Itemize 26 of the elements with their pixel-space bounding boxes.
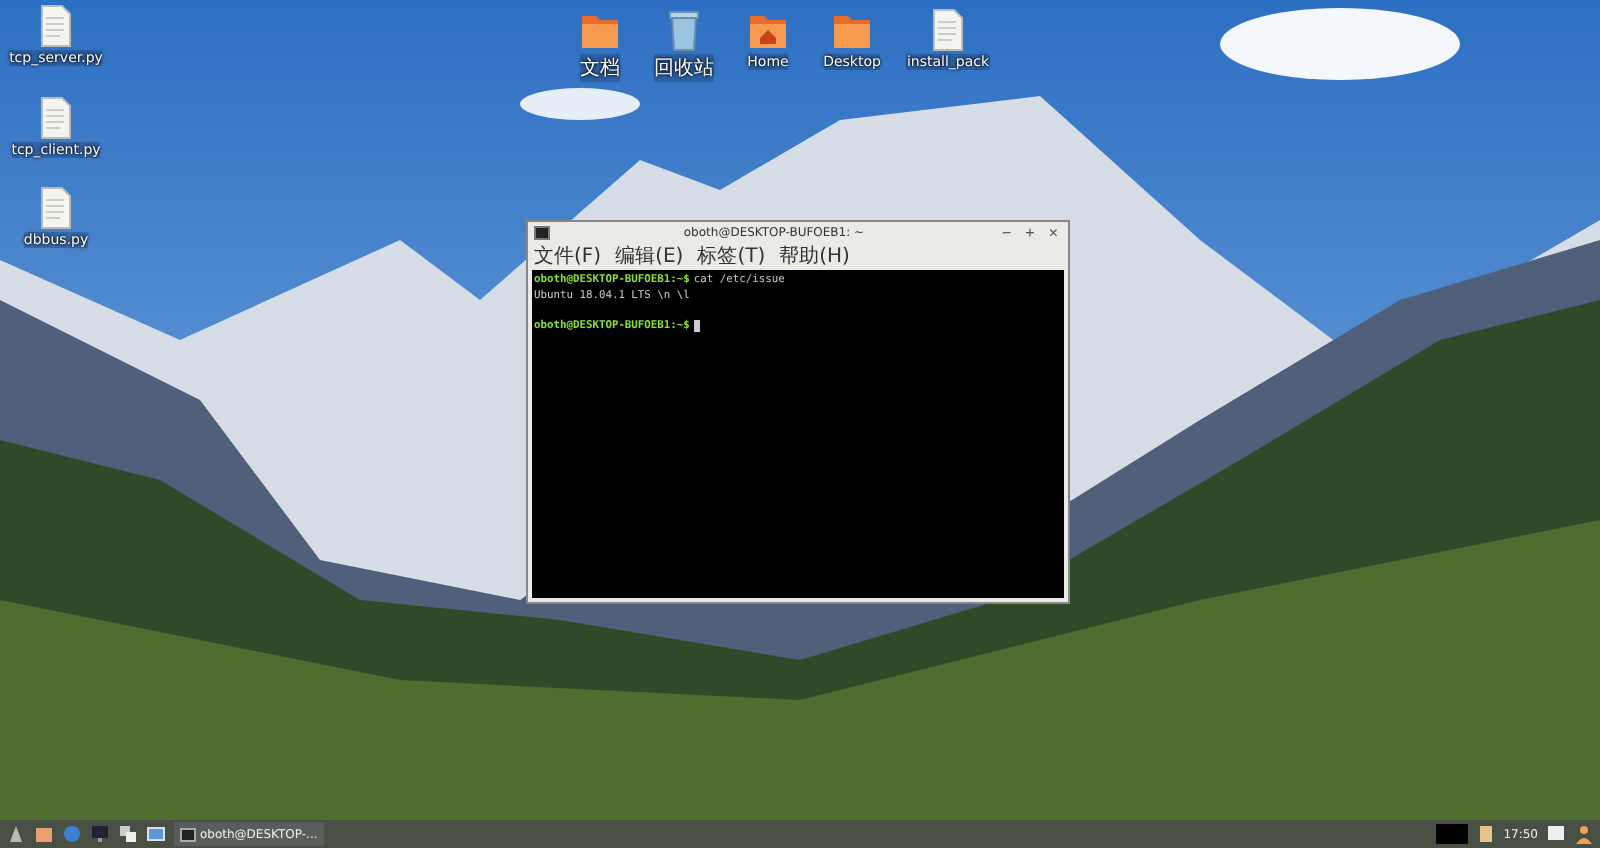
terminal-icon — [534, 226, 550, 240]
desktop-icon[interactable] — [146, 824, 166, 844]
screen-icon[interactable] — [1546, 824, 1566, 844]
file-icon[interactable] — [36, 186, 76, 230]
desktop-icon-label[interactable]: 文档 — [580, 54, 620, 82]
start-menu-icon[interactable] — [6, 824, 26, 844]
desktop-icon-label[interactable]: 回收站 — [654, 54, 714, 82]
windows-icon[interactable] — [118, 824, 138, 844]
clipboard-icon[interactable] — [1475, 824, 1496, 844]
user-icon[interactable] — [1574, 824, 1594, 844]
window-control-button[interactable]: − — [997, 223, 1016, 243]
file-manager-icon[interactable] — [34, 824, 54, 844]
menu-item[interactable]: 文件(F) — [534, 245, 602, 269]
menu-item[interactable]: 帮助(H) — [779, 245, 850, 269]
cpu-monitor-graph — [1435, 824, 1468, 844]
file-icon[interactable] — [36, 4, 76, 48]
menu-item[interactable]: 编辑(E) — [615, 245, 684, 269]
browser-icon[interactable] — [62, 824, 82, 844]
trash-icon[interactable] — [664, 8, 704, 52]
menu-item[interactable]: 标签(T) — [697, 245, 766, 269]
file-icon[interactable] — [928, 8, 968, 52]
file-icon[interactable] — [36, 96, 76, 140]
window-control-button[interactable]: × — [1044, 223, 1062, 243]
terminal-icon — [180, 827, 196, 841]
window-control-button[interactable]: + — [1021, 223, 1039, 243]
monitor-icon[interactable] — [90, 824, 110, 844]
